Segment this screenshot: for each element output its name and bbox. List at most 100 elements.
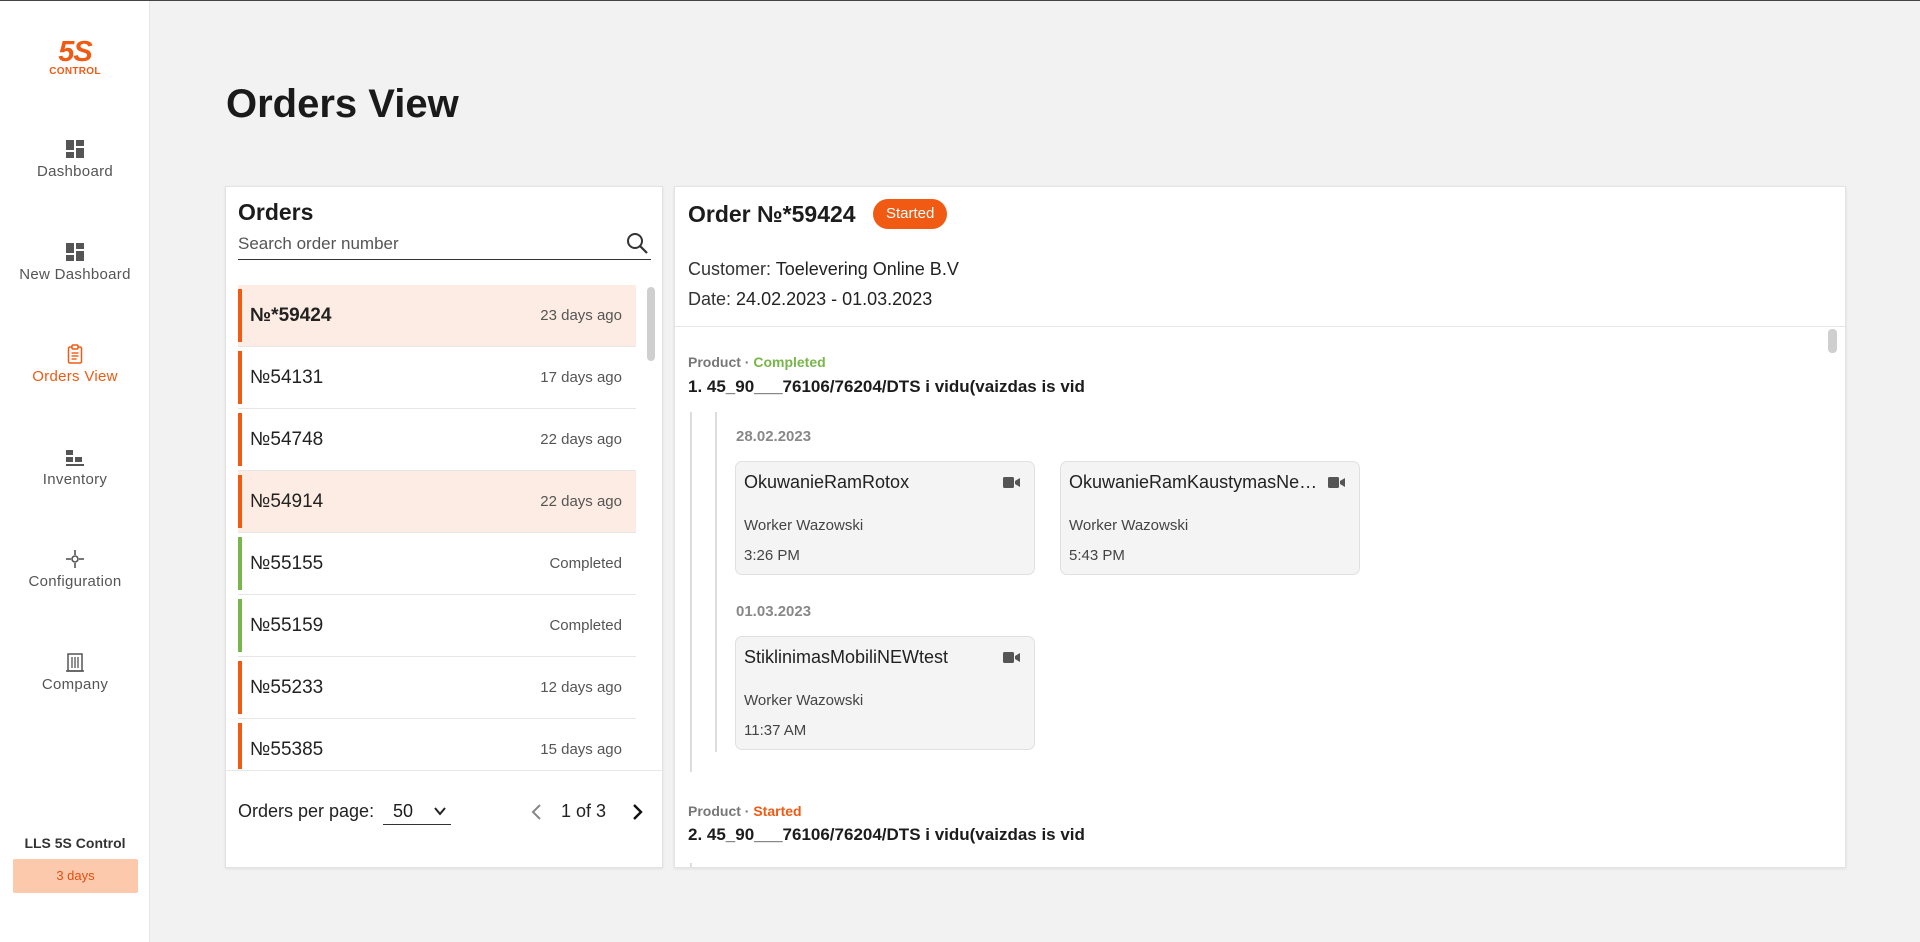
dashboard-icon <box>66 140 84 158</box>
window-top-border <box>0 0 1920 1</box>
orders-scrollbar[interactable] <box>647 287 655 361</box>
logo[interactable]: 5S CONTROL <box>0 37 150 77</box>
sidebar-item-company[interactable]: Company <box>0 652 150 712</box>
order-number: №55233 <box>250 676 324 698</box>
operation-card[interactable]: OkuwanieRamKaustymasNewtest Worker Wazow… <box>1060 461 1360 575</box>
order-time: 12 days ago <box>540 679 622 696</box>
order-number: №55159 <box>250 614 324 636</box>
status-bar <box>238 475 242 528</box>
date-key: Date: <box>688 289 732 309</box>
order-number: №54131 <box>250 366 324 388</box>
operation-time: 3:26 PM <box>744 547 800 564</box>
status-bar <box>238 661 242 714</box>
operation-worker: Worker Wazowski <box>1069 517 1189 534</box>
date-line: Date: 24.02.2023 - 01.03.2023 <box>688 289 932 310</box>
video-camera-icon[interactable] <box>1003 476 1020 489</box>
chevron-left-icon[interactable] <box>526 801 548 823</box>
order-time: 22 days ago <box>540 493 622 510</box>
video-camera-icon[interactable] <box>1328 476 1345 489</box>
sidebar-item-dashboard[interactable]: Dashboard <box>0 139 150 199</box>
operation-worker: Worker Wazowski <box>744 692 864 709</box>
product-timeline-line <box>690 863 692 867</box>
status-bar <box>238 413 242 466</box>
order-number: №*59424 <box>250 304 332 326</box>
status-bar <box>238 351 242 404</box>
chevron-right-icon[interactable] <box>626 801 648 823</box>
sidebar-item-label: Dashboard <box>36 163 114 180</box>
product-prefix: Product <box>688 354 741 370</box>
product-status: Started <box>753 803 802 819</box>
operation-card[interactable]: StiklinimasMobiliNEWtest Worker Wazowski… <box>735 636 1035 750</box>
product-name[interactable]: 2. 45_90___76106/76204/DTS i vidu(vaizda… <box>688 825 1085 845</box>
order-row[interactable]: №55155 Completed <box>238 533 636 595</box>
product-timeline-line <box>690 412 692 772</box>
sidebar: 5S CONTROL Dashboard New Dashboard Order… <box>0 1 150 942</box>
divider <box>675 326 1845 327</box>
per-page-value: 50 <box>393 801 414 821</box>
operation-time: 11:37 AM <box>744 722 807 739</box>
customer-value: Toelevering Online B.V <box>775 259 959 279</box>
orders-heading: Orders <box>238 199 314 225</box>
sidebar-item-new-dashboard[interactable]: New Dashboard <box>0 242 150 302</box>
chevron-down-icon <box>434 807 446 816</box>
logo-text: CONTROL <box>49 66 101 77</box>
product-prefix: Product <box>688 803 741 819</box>
sidebar-item-label: Company <box>41 676 109 693</box>
detail-scrollbar[interactable] <box>1828 329 1837 353</box>
order-number: №55385 <box>250 738 324 760</box>
order-row[interactable]: №55385 15 days ago <box>238 719 636 769</box>
sidebar-item-inventory[interactable]: Inventory <box>0 447 150 507</box>
orders-list-panel: Orders №*59424 23 days ago №54131 17 day… <box>225 186 663 868</box>
search-input[interactable] <box>238 231 608 257</box>
page-title: Orders View <box>226 82 459 126</box>
order-time: 23 days ago <box>540 307 622 324</box>
operation-name: StiklinimasMobiliNEWtest <box>744 647 949 667</box>
operation-time: 5:43 PM <box>1069 547 1125 564</box>
video-camera-icon[interactable] <box>1003 651 1020 664</box>
date-label: 01.03.2023 <box>736 603 812 620</box>
logo-mark: 5S <box>58 36 92 68</box>
product-status: Completed <box>753 354 826 370</box>
status-bar <box>238 599 242 652</box>
sidebar-item-orders-view[interactable]: Orders View <box>0 344 150 404</box>
order-time: 17 days ago <box>540 369 622 386</box>
page-indicator: 1 of 3 <box>561 801 607 821</box>
order-time: Completed <box>549 617 622 634</box>
per-page-select[interactable]: 50 <box>383 801 451 825</box>
orders-pagination: Orders per page: 50 1 of 3 <box>226 770 662 856</box>
trial-days-badge[interactable]: 3 days <box>13 859 138 893</box>
order-row[interactable]: №54748 22 days ago <box>238 409 636 471</box>
order-row[interactable]: №55233 12 days ago <box>238 657 636 719</box>
order-row[interactable]: №*59424 23 days ago <box>238 285 636 347</box>
status-bar <box>238 537 242 590</box>
sidebar-item-label: New Dashboard <box>19 266 131 283</box>
order-number: №55155 <box>250 552 324 574</box>
sidebar-item-label: Orders View <box>32 368 118 385</box>
dashboard-icon <box>66 243 84 261</box>
order-row[interactable]: №54131 17 days ago <box>238 347 636 409</box>
date-label: 28.02.2023 <box>736 428 812 445</box>
order-detail-panel: Order №*59424 Started Customer: Toelever… <box>674 186 1846 868</box>
search-box <box>238 231 651 260</box>
search-icon[interactable] <box>625 231 649 255</box>
order-number: №54914 <box>250 490 324 512</box>
operation-card[interactable]: OkuwanieRamRotox Worker Wazowski 3:26 PM <box>735 461 1035 575</box>
configuration-icon <box>66 550 84 568</box>
operation-worker: Worker Wazowski <box>744 517 864 534</box>
order-number: №54748 <box>250 428 324 450</box>
order-time: Completed <box>549 555 622 572</box>
sidebar-item-configuration[interactable]: Configuration <box>0 549 150 609</box>
product-label: Product · Started <box>688 803 802 819</box>
company-name: LLS 5S Control <box>24 835 126 851</box>
status-bar <box>238 289 242 342</box>
customer-line: Customer: Toelevering Online B.V <box>688 259 959 280</box>
customer-key: Customer: <box>688 259 772 279</box>
order-row[interactable]: №55159 Completed <box>238 595 636 657</box>
building-icon <box>66 653 84 672</box>
product-label: Product · Completed <box>688 354 826 370</box>
date-value: 24.02.2023 - 01.03.2023 <box>736 289 933 309</box>
product-name[interactable]: 1. 45_90___76106/76204/DTS i vidu(vaizda… <box>688 377 1085 397</box>
order-row[interactable]: №54914 22 days ago <box>238 471 636 533</box>
order-time: 22 days ago <box>540 431 622 448</box>
orders-list[interactable]: №*59424 23 days ago №54131 17 days ago №… <box>238 285 636 769</box>
